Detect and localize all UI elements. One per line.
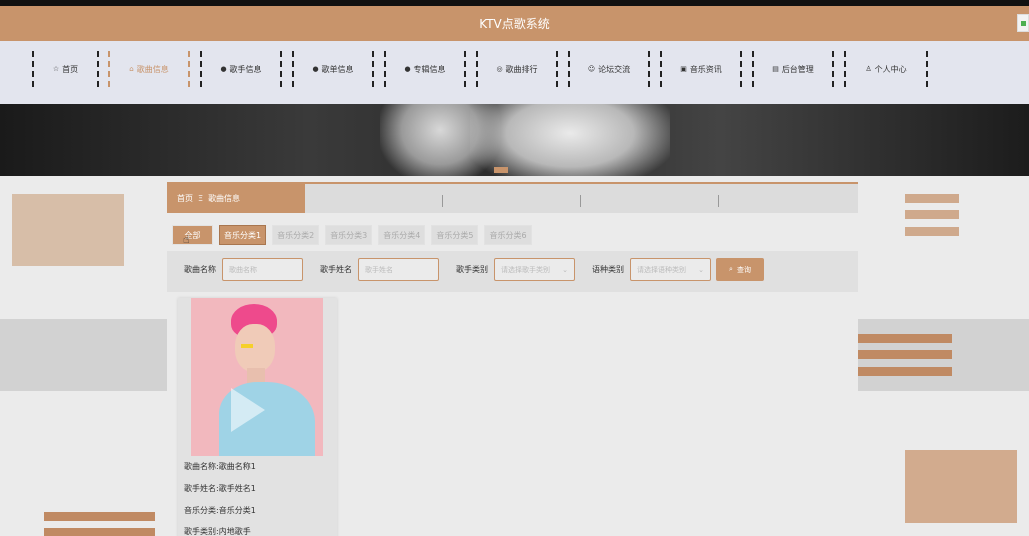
decorative-stripe xyxy=(44,512,155,521)
info-icon: ● xyxy=(220,65,227,73)
nav-item-albums[interactable]: ● 专辑信息 xyxy=(384,51,466,87)
song-card[interactable]: 歌曲名称:歌曲名称1 歌手姓名:歌手姓名1 音乐分类:音乐分类1 歌手类别:内地… xyxy=(178,298,337,536)
category-button[interactable]: 音乐分类2 xyxy=(272,225,320,245)
nav-label: 歌曲排行 xyxy=(505,64,538,74)
status-icon xyxy=(1021,21,1026,26)
song-name-input[interactable]: 歌曲名称 xyxy=(222,258,303,281)
category-button[interactable]: 音乐分类1 xyxy=(219,225,267,245)
singer-name-input[interactable]: 歌手姓名 xyxy=(358,258,439,281)
main-nav: ☆ 首页 ⌂ 歌曲信息 ● 歌手信息 ● 歌单信息 ● 专辑信息 ◎ 歌曲排行 ☺ 论坛交流 … xyxy=(0,41,1029,104)
song-name-text: 歌曲名称:歌曲名称1 xyxy=(184,462,256,471)
camera-icon: ▣ xyxy=(680,65,687,73)
chevron-down-icon: ⌄ xyxy=(698,265,704,274)
placeholder-text: 请选择语种类别 xyxy=(637,265,686,274)
corner-widget-button[interactable] xyxy=(1017,14,1029,32)
divider xyxy=(718,195,719,207)
language-label: 语种类别 xyxy=(592,265,624,274)
nav-item-admin[interactable]: ▤ 后台管理 xyxy=(752,51,834,87)
decorative-block xyxy=(905,450,1017,523)
category-button[interactable]: 音乐分类4 xyxy=(378,225,426,245)
nav-label: 歌单信息 xyxy=(321,64,354,74)
cover-art xyxy=(231,388,265,432)
decorative-block xyxy=(0,319,167,391)
star-icon: ☆ xyxy=(52,65,60,73)
chevron-down-icon: ⌄ xyxy=(562,265,568,274)
info-icon: ● xyxy=(404,65,411,73)
nav-label: 个人中心 xyxy=(874,64,907,74)
category-button[interactable]: 音乐分类3 xyxy=(325,225,373,245)
category-text: 音乐分类:音乐分类1 xyxy=(184,506,256,515)
decorative-block xyxy=(12,194,124,266)
nav-label: 后台管理 xyxy=(781,64,814,74)
nav-label: 论坛交流 xyxy=(598,64,631,74)
decorative-stripe xyxy=(44,528,155,536)
category-filter: 全部 音乐分类1 音乐分类2 音乐分类3 音乐分类4 音乐分类5 音乐分类6 xyxy=(172,225,532,245)
decorative-stripe xyxy=(905,227,959,236)
carousel-indicator[interactable] xyxy=(494,167,508,173)
search-icon: ⌕ xyxy=(729,265,733,273)
query-label: 查询 xyxy=(736,265,751,274)
nav-label: 歌手信息 xyxy=(229,64,262,74)
info-icon: ● xyxy=(312,65,319,73)
query-button[interactable]: ⌕ 查询 xyxy=(716,258,764,281)
singer-name-text: 歌手姓名:歌手姓名1 xyxy=(184,484,256,493)
nav-item-home[interactable]: ☆ 首页 xyxy=(32,51,99,87)
singer-name-label: 歌手姓名 xyxy=(320,265,352,274)
home-icon: ⌂ xyxy=(129,65,134,73)
album-cover-image[interactable] xyxy=(191,298,323,456)
search-panel: 歌曲名称 歌曲名称 歌手姓名 歌手姓名 歌手类别 请选择歌手类别 ⌄ 语种类别 请… xyxy=(167,251,858,292)
nav-label: 歌曲信息 xyxy=(136,64,169,74)
category-button[interactable]: 音乐分类6 xyxy=(484,225,532,245)
nav-item-playlists[interactable]: ● 歌单信息 xyxy=(292,51,374,87)
decorative-stripe xyxy=(858,350,952,359)
site-title: KTV点歌系统 xyxy=(479,17,550,31)
smile-icon: ☺ xyxy=(587,65,596,73)
language-select[interactable]: 请选择语种类别 ⌄ xyxy=(630,258,711,281)
nav-label: 音乐资讯 xyxy=(689,64,722,74)
site-header: KTV点歌系统 xyxy=(0,6,1029,41)
category-button[interactable]: 音乐分类5 xyxy=(431,225,479,245)
placeholder-text: 歌手姓名 xyxy=(365,265,393,274)
nav-item-songs[interactable]: ⌂ 歌曲信息 xyxy=(108,51,190,87)
category-all-button[interactable]: 全部 xyxy=(172,225,213,245)
user-icon: ♙ xyxy=(865,65,872,73)
singer-type-label: 歌手类别 xyxy=(456,265,488,274)
cover-art xyxy=(241,344,253,348)
admin-icon: ▤ xyxy=(772,65,779,73)
nav-item-singers[interactable]: ● 歌手信息 xyxy=(200,51,282,87)
placeholder-text: 请选择歌手类别 xyxy=(501,265,550,274)
cover-art xyxy=(235,324,275,372)
singer-type-select[interactable]: 请选择歌手类别 ⌄ xyxy=(494,258,575,281)
nav-item-news[interactable]: ▣ 音乐资讯 xyxy=(660,51,742,87)
nav-item-profile[interactable]: ♙ 个人中心 xyxy=(844,51,928,87)
banner-carousel[interactable] xyxy=(0,104,1029,176)
breadcrumb-separator: Ξ xyxy=(198,194,204,203)
singer-type-text: 歌手类别:内地歌手 xyxy=(184,527,251,536)
decorative-stripe xyxy=(905,194,959,203)
hand-cursor-icon: ☝ xyxy=(183,233,190,246)
decorative-stripe xyxy=(858,334,952,343)
breadcrumb-home-link[interactable]: 首页 xyxy=(177,193,193,204)
nav-item-ranking[interactable]: ◎ 歌曲排行 xyxy=(476,51,558,87)
nav-label: 首页 xyxy=(62,64,79,74)
decorative-stripe xyxy=(905,210,959,219)
nav-label: 专辑信息 xyxy=(413,64,446,74)
divider xyxy=(580,195,581,207)
target-icon: ◎ xyxy=(496,65,503,73)
breadcrumb-box: 首页 Ξ 歌曲信息 xyxy=(167,184,305,213)
song-name-label: 歌曲名称 xyxy=(184,265,216,274)
placeholder-text: 歌曲名称 xyxy=(229,265,257,274)
decorative-stripe xyxy=(858,367,952,376)
nav-item-forum[interactable]: ☺ 论坛交流 xyxy=(568,51,650,87)
banner-photo-figure xyxy=(470,104,670,176)
breadcrumb: 首页 Ξ 歌曲信息 xyxy=(167,182,858,213)
divider xyxy=(442,195,443,207)
breadcrumb-current: 歌曲信息 xyxy=(208,194,241,203)
